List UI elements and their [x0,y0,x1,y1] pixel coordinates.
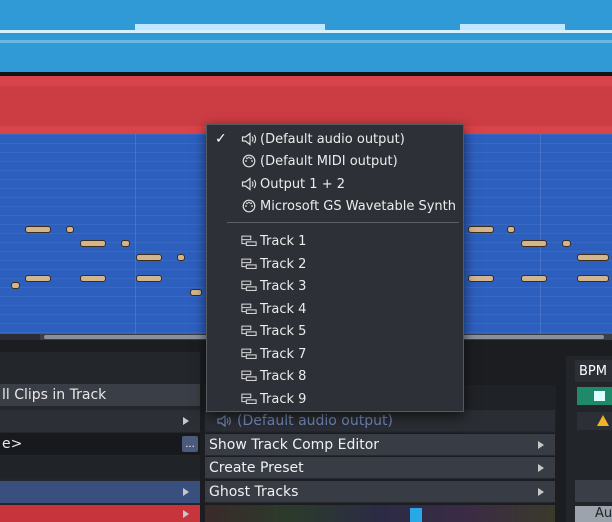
output-option-label: (Default MIDI output) [260,153,398,169]
menu-item-clips[interactable]: ll Clips in Track [0,384,200,406]
menu-item-create-preset[interactable]: Create Preset [205,457,555,479]
midi-clip-body [0,86,612,126]
audio-waveform [0,30,612,33]
speaker-icon [241,176,257,192]
track-option-label: Track 4 [260,301,307,317]
output-option-track-7[interactable]: Track 7 [207,343,463,365]
output-option-track-1[interactable]: Track 1 [207,230,463,252]
browse-button[interactable]: ... [182,436,198,452]
midi-note[interactable] [562,240,571,247]
output-option-track-5[interactable]: Track 5 [207,320,463,342]
output-option-track-4[interactable]: Track 4 [207,298,463,320]
track-icon [241,233,257,249]
menu-item-red[interactable] [0,505,200,522]
output-option-label: (Default audio output) [260,131,405,147]
output-option-label: Output 1 + 2 [260,176,345,192]
bar-line [135,134,136,334]
midi-icon [241,153,257,169]
midi-note[interactable] [468,226,494,233]
warning-row[interactable] [577,412,612,430]
midi-note[interactable] [577,254,609,261]
color-palette[interactable] [205,505,555,522]
marker-badge-icon [594,391,605,401]
menu-separator [227,222,459,223]
track-icon [241,256,257,272]
menu-item-label: Show Track Comp Editor [209,436,380,453]
track-icon [241,278,257,294]
chevron-right-icon [183,417,189,425]
midi-note[interactable] [25,275,51,282]
menu-item-label: e> [2,436,23,452]
track-icon [241,346,257,362]
chevron-right-icon [183,488,189,496]
current-output-row[interactable]: (Default audio output) [205,410,555,432]
output-option-track-2[interactable]: Track 2 [207,253,463,275]
menu-item-empty[interactable] [0,456,200,478]
menu-item-label: Create Preset [209,459,304,476]
output-option-track-3[interactable]: Track 3 [207,275,463,297]
menu-item-show-track-comp-editor[interactable]: Show Track Comp Editor [205,434,555,456]
midi-icon [241,198,257,214]
menu-item-value[interactable]: e> ... [0,433,200,455]
track-option-label: Track 2 [260,256,307,272]
menu-item-label: Ghost Tracks [209,483,299,500]
track-option-label: Track 1 [260,233,307,249]
midi-note[interactable] [80,275,106,282]
audio-waveform-peak [460,24,565,30]
output-option-default-audio[interactable]: ✓ (Default audio output) [207,128,463,150]
output-option-gs-wavetable[interactable]: Microsoft GS Wavetable Synth [207,195,463,217]
bar-line [540,134,541,334]
chevron-right-icon [183,510,189,518]
track-icon [241,301,257,317]
track-option-label: Track 7 [260,346,307,362]
midi-note[interactable] [136,275,162,282]
chevron-right-icon [538,464,544,472]
midi-note[interactable] [11,282,20,289]
current-output-label: (Default audio output) [237,412,393,429]
midi-note[interactable] [136,254,162,261]
midi-note[interactable] [121,240,130,247]
midi-note[interactable] [66,226,74,233]
color-swatch-selected[interactable] [410,508,422,522]
auto-button[interactable]: Au [575,506,612,522]
track-icon [241,323,257,339]
menu-item-ghost-tracks[interactable]: Ghost Tracks [205,481,555,503]
midi-note[interactable] [80,240,106,247]
input-field[interactable] [575,480,612,502]
menu-item-label: ll Clips in Track [2,387,107,403]
track-icon [241,368,257,384]
speaker-icon [241,131,257,147]
midi-note[interactable] [190,289,202,296]
midi-note[interactable] [521,275,547,282]
tempo-marker[interactable] [577,387,612,405]
midi-note[interactable] [577,275,609,282]
menu-item-highlighted[interactable] [0,481,200,503]
audio-clip-lane[interactable] [0,0,612,72]
warning-icon [597,415,609,426]
output-option-track-9[interactable]: Track 9 [207,388,463,410]
track-option-label: Track 9 [260,391,307,407]
midi-note[interactable] [177,254,185,261]
bpm-label: BPM [575,360,612,382]
chevron-right-icon [538,441,544,449]
check-icon: ✓ [215,131,227,147]
midi-note[interactable] [507,226,515,233]
output-option-output-1-2[interactable]: Output 1 + 2 [207,173,463,195]
output-dropdown-menu: ✓ (Default audio output) (Default MIDI o… [206,124,464,412]
track-option-label: Track 8 [260,368,307,384]
track-option-label: Track 5 [260,323,307,339]
audio-waveform-peak [135,24,325,30]
output-option-default-midi[interactable]: (Default MIDI output) [207,150,463,172]
track-option-label: Track 3 [260,278,307,294]
audio-waveform [0,40,612,43]
output-option-track-8[interactable]: Track 8 [207,365,463,387]
speaker-icon [217,414,231,427]
track-icon [241,391,257,407]
midi-note[interactable] [521,240,547,247]
output-option-label: Microsoft GS Wavetable Synth [260,198,457,214]
chevron-right-icon [538,488,544,496]
menu-item-submenu[interactable] [0,410,200,432]
midi-note[interactable] [468,275,494,282]
midi-note[interactable] [25,226,51,233]
